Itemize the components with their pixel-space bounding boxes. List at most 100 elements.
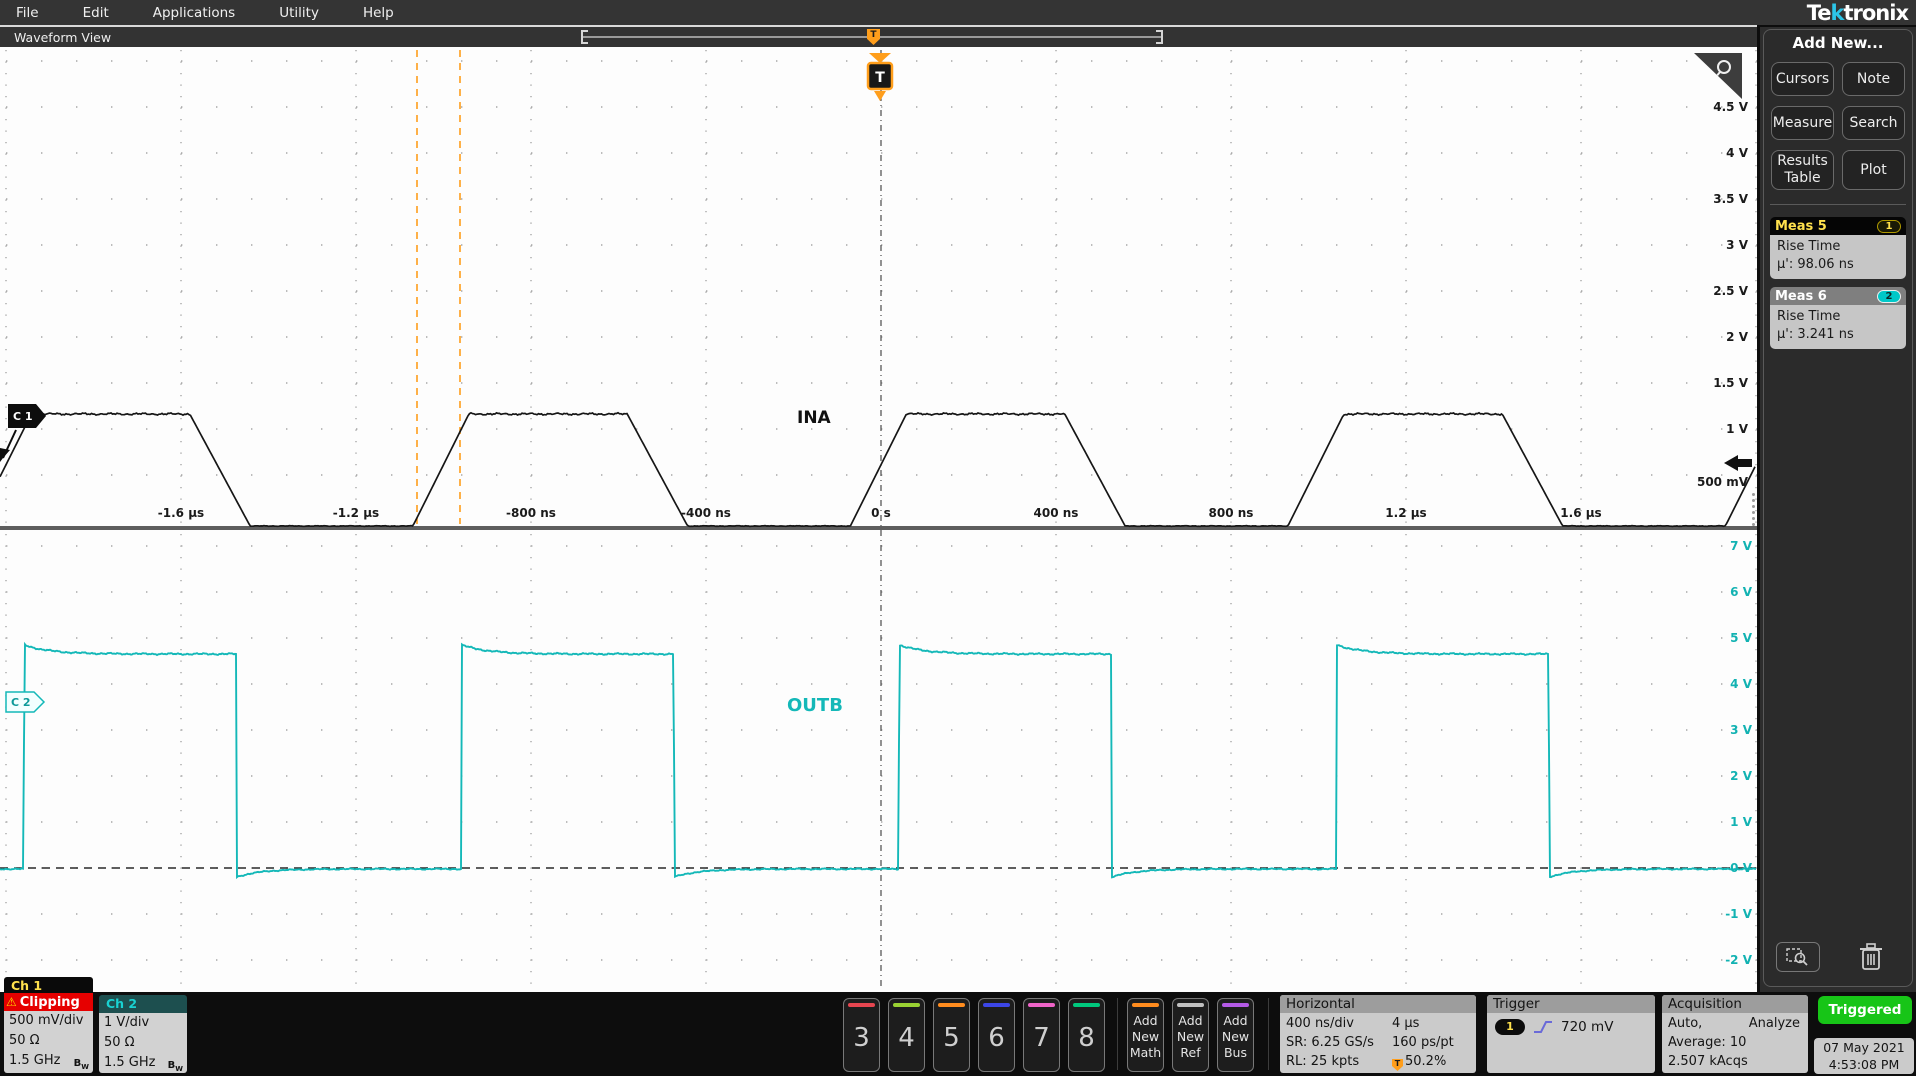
channel-number: 4 — [889, 1023, 924, 1053]
ch1-badge[interactable]: ⚠Clipping 500 mV/div50 Ω1.5 GHzBW — [4, 993, 93, 1073]
meas-value: µ': 3.241 ns — [1777, 326, 1899, 344]
meas-type: Rise Time — [1777, 238, 1899, 256]
meas-source-pill: 2 — [1877, 290, 1901, 303]
channel-button-7[interactable]: 7 — [1023, 998, 1060, 1072]
ch2-setting: 1 V/div — [99, 1013, 187, 1033]
trigger-panel-body: 1 720 mV — [1487, 1013, 1655, 1035]
trigger-level-arrow[interactable] — [1724, 455, 1752, 471]
horizontal-setting: 160 ps/pt — [1392, 1033, 1454, 1052]
time-label: 4:53:08 PM — [1814, 1056, 1914, 1073]
sidebar-button-search[interactable]: Search — [1842, 106, 1905, 140]
minimap-trigger-icon[interactable]: T — [867, 29, 880, 45]
minimap-left-bracket[interactable] — [581, 30, 588, 44]
sidebar-button-note[interactable]: Note — [1842, 62, 1905, 96]
tektronix-logo: Tektronix — [1807, 1, 1908, 25]
horizontal-panel-body: 400 ns/divSR: 6.25 GS/sRL: 25 kpts4 µs16… — [1280, 1013, 1476, 1071]
time-label: 0 s — [871, 506, 891, 520]
sidebar-button-measure[interactable]: Measure — [1771, 106, 1834, 140]
add-new-ref-button[interactable]: Add New Ref — [1172, 998, 1209, 1072]
minimap-right-bracket[interactable] — [1156, 30, 1163, 44]
menu-item-utility[interactable]: Utility — [279, 5, 319, 21]
meas-type: Rise Time — [1777, 308, 1899, 326]
sidebar-button-plot[interactable]: Plot — [1842, 150, 1905, 190]
horizontal-settings-col2: 4 µs160 ps/ptT50.2% — [1392, 1014, 1454, 1071]
channel-number: 6 — [979, 1023, 1014, 1053]
acquisition-panel[interactable]: Acquisition Auto, Analyze Average: 10 2.… — [1662, 995, 1808, 1073]
ch2-scale-label: 0 V — [1730, 861, 1753, 875]
time-label: -800 ns — [506, 506, 556, 520]
channel-button-5[interactable]: 5 — [933, 998, 970, 1072]
meas-source-pill: 1 — [1877, 220, 1901, 233]
panel-splitter-handle[interactable] — [1752, 493, 1755, 526]
trigger-panel[interactable]: Trigger 1 720 mV — [1487, 995, 1655, 1073]
add-new-label: Add New Ref — [1173, 1013, 1208, 1061]
ch1-handle-flag[interactable]: C 1 — [0, 404, 46, 462]
acquisition-panel-body: Auto, Analyze Average: 10 2.507 kAcqs — [1662, 1013, 1808, 1071]
results-sidebar: Add New... CursorsNoteMeasureSearchResul… — [1760, 27, 1916, 992]
time-label: 400 ns — [1034, 506, 1079, 520]
ch2-scale-label: 3 V — [1730, 723, 1753, 737]
ch2-scale-label: 1 V — [1730, 815, 1753, 829]
meas-badge-meas-5[interactable]: Meas 51Rise Timeµ': 98.06 ns — [1770, 217, 1906, 279]
ch2-badge[interactable]: Ch 2 1 V/div50 Ω1.5 GHzBW — [99, 995, 187, 1073]
meas-badge-header: Meas 51 — [1770, 217, 1906, 235]
channel-color-stripe — [848, 1003, 875, 1007]
add-new-math-button[interactable]: Add New Math — [1127, 998, 1164, 1072]
add-new-color-stripe — [1222, 1003, 1249, 1007]
measurement-badges: Meas 51Rise Timeµ': 98.06 nsMeas 62Rise … — [1764, 217, 1912, 349]
ch2-scale-label: 4 V — [1730, 677, 1753, 691]
bottombar-divider — [1268, 998, 1269, 1070]
sidebar-button-results-table[interactable]: Results Table — [1771, 150, 1834, 190]
sidebar-panel: Add New... CursorsNoteMeasureSearchResul… — [1763, 29, 1913, 987]
date-label: 07 May 2021 — [1814, 1039, 1914, 1056]
ch1-setting: 50 Ω — [4, 1031, 93, 1051]
record-view-minimap[interactable]: T — [0, 27, 1757, 47]
ch1-tab[interactable]: Ch 1 — [4, 977, 93, 993]
channel-button-4[interactable]: 4 — [888, 998, 925, 1072]
time-label: -1.2 µs — [333, 506, 379, 520]
channel-button-3[interactable]: 3 — [843, 998, 880, 1072]
add-new-color-stripe — [1177, 1003, 1204, 1007]
channel-color-stripe — [938, 1003, 965, 1007]
triggered-status: Triggered — [1818, 996, 1912, 1024]
ch1-scale-label: 2.5 V — [1713, 284, 1748, 298]
sidebar-button-cursors[interactable]: Cursors — [1771, 62, 1834, 96]
outb-trace — [0, 644, 1756, 877]
ch2-scale-label: -2 V — [1725, 953, 1753, 967]
add-new-bus-button[interactable]: Add New Bus — [1217, 998, 1254, 1072]
trash-button[interactable] — [1854, 940, 1888, 974]
bottombar-divider — [1117, 998, 1118, 1070]
channel-button-8[interactable]: 8 — [1068, 998, 1105, 1072]
menu-item-edit[interactable]: Edit — [83, 5, 109, 21]
trash-icon — [1859, 943, 1883, 971]
menu-item-help[interactable]: Help — [363, 5, 394, 21]
channel-button-6[interactable]: 6 — [978, 998, 1015, 1072]
trigger-panel-title: Trigger — [1487, 995, 1655, 1013]
acquisition-mode: Auto, — [1668, 1014, 1702, 1033]
menu-bar: File Edit Applications Utility Help Tektroni… — [0, 0, 1916, 25]
time-label: -400 ns — [681, 506, 731, 520]
waveform-view-titlebar: Waveform View T — [0, 27, 1757, 47]
waveform-plot[interactable]: -1.6 µs-1.2 µs-800 ns-400 ns0 s400 ns800… — [0, 47, 1757, 992]
trigger-position-flag[interactable]: T — [868, 53, 892, 101]
meas-badge-body: Rise Timeµ': 98.06 ns — [1770, 235, 1906, 279]
meas-value: µ': 98.06 ns — [1777, 256, 1899, 274]
ch1-setting: 1.5 GHzBW — [4, 1051, 93, 1071]
menu-item-file[interactable]: File — [16, 5, 39, 21]
horizontal-panel[interactable]: Horizontal 400 ns/divSR: 6.25 GS/sRL: 25… — [1280, 995, 1476, 1073]
svg-text:C 2: C 2 — [11, 696, 31, 709]
trace-label-outb: OUTB — [787, 695, 843, 716]
time-label: -1.6 µs — [158, 506, 204, 520]
channel-color-stripe — [1028, 1003, 1055, 1007]
zoom-mode-icon — [1786, 947, 1810, 967]
menu-items: File Edit Applications Utility Help — [0, 0, 1916, 25]
ch1-scale-label: 1 V — [1726, 422, 1749, 436]
traces — [0, 413, 1756, 878]
ch2-setting: 1.5 GHzBW — [99, 1053, 187, 1073]
meas-badge-header: Meas 62 — [1770, 287, 1906, 305]
ch1-scale-label: 1.5 V — [1713, 376, 1748, 390]
ch2-handle-flag[interactable]: C 2 — [6, 692, 44, 712]
menu-item-applications[interactable]: Applications — [153, 5, 235, 21]
meas-badge-meas-6[interactable]: Meas 62 Rise Timeµ': 3.241 ns — [1770, 287, 1906, 349]
zoom-mode-button[interactable] — [1776, 942, 1820, 972]
